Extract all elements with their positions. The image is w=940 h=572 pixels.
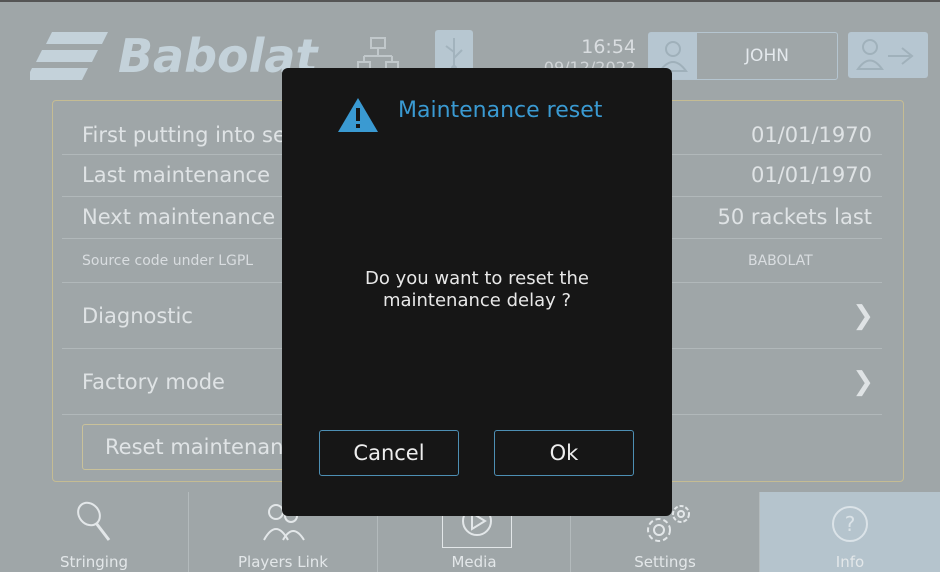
- dialog-message-line: maintenance delay ?: [382, 290, 572, 311]
- racket-icon: [77, 501, 111, 541]
- ok-button[interactable]: Ok: [494, 430, 634, 476]
- tab-stringing[interactable]: Stringing: [0, 492, 188, 572]
- nav-label: Diagnostic: [82, 304, 193, 328]
- row-value: BABOLAT: [748, 253, 813, 269]
- tab-label: Stringing: [60, 553, 128, 571]
- row-value: 01/01/1970: [750, 163, 872, 187]
- tab-label: Settings: [634, 553, 696, 571]
- nav-label: Factory mode: [82, 370, 225, 394]
- row-value: 01/01/1970: [750, 123, 872, 147]
- logout-icon: [856, 39, 914, 70]
- chevron-right-icon: ❯: [852, 301, 874, 331]
- row-label: Last maintenance: [82, 163, 270, 187]
- logout-button[interactable]: [848, 32, 928, 78]
- dialog-title: Maintenance reset: [398, 98, 603, 123]
- tab-label: Info: [835, 553, 865, 571]
- dialog-message-line: Do you want to reset the: [365, 268, 589, 289]
- tab-info[interactable]: ? Info: [760, 492, 940, 572]
- warning-icon: [338, 98, 378, 132]
- help-icon: ?: [832, 506, 868, 542]
- top-border: [0, 0, 940, 2]
- reset-maintenance-label: Reset maintenance: [105, 435, 308, 459]
- user-name: JOHN: [745, 46, 789, 66]
- user-selector[interactable]: JOHN: [648, 32, 838, 80]
- row-label: Source code under LGPL: [82, 253, 254, 269]
- dialog-message: Do you want to reset the maintenance del…: [282, 268, 672, 312]
- row-label: Next maintenance: [82, 205, 276, 229]
- chevron-right-icon: ❯: [852, 367, 874, 397]
- row-value: 50 rackets last: [717, 205, 872, 229]
- clock-time: 16:54: [581, 36, 636, 58]
- cancel-button[interactable]: Cancel: [319, 430, 459, 476]
- tab-label: Media: [451, 553, 497, 571]
- tab-label: Players Link: [238, 553, 328, 571]
- svg-text:?: ?: [845, 512, 856, 536]
